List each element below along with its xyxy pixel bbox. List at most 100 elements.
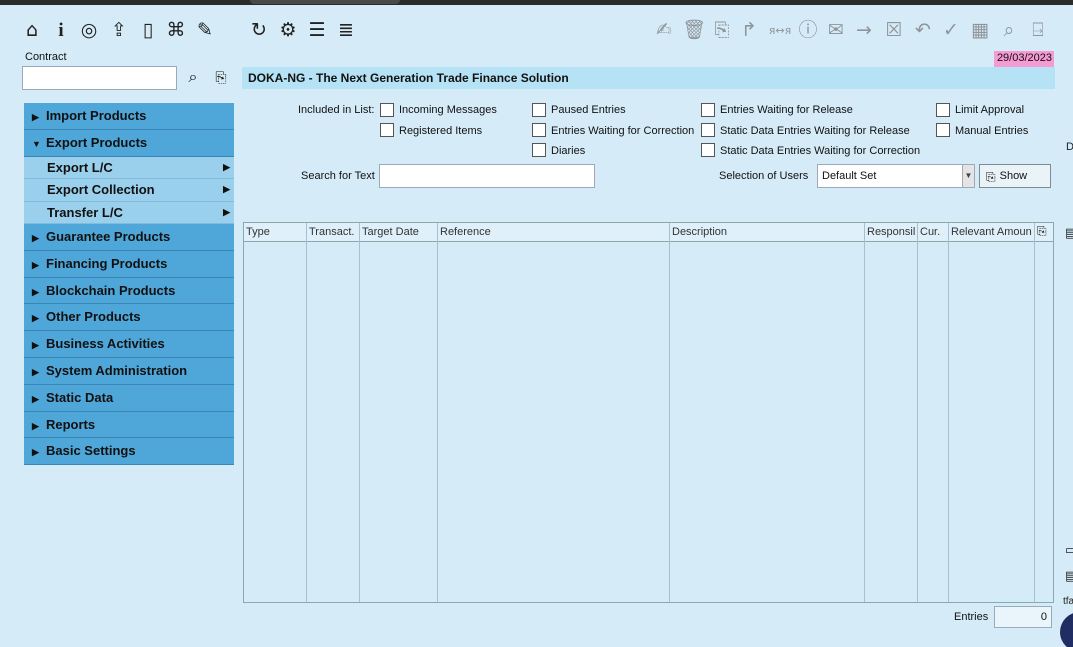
show-button[interactable]: ⎘ Show xyxy=(979,164,1051,188)
waiting-release-checkbox[interactable] xyxy=(701,103,715,117)
edit-icon[interactable]: ✎ xyxy=(194,19,216,41)
list-icon[interactable]: ≣ xyxy=(335,19,357,41)
static-correction-checkbox[interactable] xyxy=(701,143,715,157)
column-transact xyxy=(307,223,360,602)
menu-import-products[interactable]: ▶ Import Products xyxy=(24,103,234,130)
home-icon[interactable]: ⌂ xyxy=(21,19,43,41)
menu-static-data[interactable]: ▶ Static Data xyxy=(24,384,234,412)
manual-entries-label: Manual Entries xyxy=(955,125,1029,137)
included-in-list-label: Included in List: xyxy=(298,104,375,116)
header-type[interactable]: Type xyxy=(246,226,270,238)
static-release-label: Static Data Entries Waiting for Release xyxy=(720,125,910,137)
users-select[interactable]: Default Set ▼ xyxy=(817,164,975,188)
expand-arrow-icon: ▶ xyxy=(32,286,39,297)
menu-label: Static Data xyxy=(46,389,114,405)
selection-of-users-label: Selection of Users xyxy=(719,170,809,182)
target-icon[interactable]: ◎ xyxy=(78,19,100,41)
entries-table: Type Transact. Target Date Reference Des… xyxy=(243,222,1054,603)
menu-export-lc[interactable]: Export L/C ▶ xyxy=(24,156,234,180)
menu-label: Financing Products xyxy=(46,255,168,271)
menu-transfer-lc[interactable]: Transfer L/C ▶ xyxy=(24,201,234,225)
header-responsible[interactable]: Responsil xyxy=(867,226,917,238)
paused-entries-checkbox[interactable] xyxy=(532,103,546,117)
settings-icon[interactable]: ⚙ xyxy=(277,19,299,41)
menu-guarantee-products[interactable]: ▶ Guarantee Products xyxy=(24,224,234,251)
search-icon[interactable]: ⌕ xyxy=(998,19,1020,41)
search-icon[interactable]: ⌕ xyxy=(183,67,203,87)
forward-icon[interactable]: ↱ xyxy=(738,19,760,41)
menu-system-administration[interactable]: ▶ System Administration xyxy=(24,358,234,385)
menu-label: Business Activities xyxy=(46,336,165,352)
manual-entries-checkbox[interactable] xyxy=(936,123,950,137)
search-text-input[interactable] xyxy=(379,164,595,188)
book-icon[interactable]: ▯ xyxy=(137,19,159,41)
header-transact[interactable]: Transact. xyxy=(309,226,354,238)
exit-door-icon[interactable]: ⍈ xyxy=(1027,19,1049,41)
limit-approval-checkbox[interactable] xyxy=(936,103,950,117)
delete-icon[interactable]: 🗑 xyxy=(682,19,706,41)
header-currency[interactable]: Cur. xyxy=(920,226,940,238)
menu-business-activities[interactable]: ▶ Business Activities xyxy=(24,331,234,359)
registered-items-checkbox[interactable] xyxy=(380,123,394,137)
menu-reports[interactable]: ▶ Reports xyxy=(24,411,234,439)
header-relevant-amount[interactable]: Relevant Amoun xyxy=(951,226,1035,238)
exit-icon[interactable]: ⇪ xyxy=(108,19,130,41)
menu-basic-settings[interactable]: ▶ Basic Settings xyxy=(24,438,234,466)
sign-icon[interactable]: ✍ xyxy=(653,19,675,41)
document-icon[interactable]: ▤ xyxy=(1065,226,1073,241)
menu-export-collection[interactable]: Export Collection ▶ xyxy=(24,179,234,202)
close-box-icon[interactable]: ☒ xyxy=(883,19,905,41)
expand-arrow-icon: ▶ xyxy=(32,367,39,378)
arrow-right-icon[interactable]: → xyxy=(853,19,875,41)
expand-arrow-icon: ▶ xyxy=(32,393,39,404)
column-type xyxy=(244,223,307,602)
dropdown-arrow-icon[interactable]: ▼ xyxy=(962,165,974,187)
menu-blockchain-products[interactable]: ▶ Blockchain Products xyxy=(24,277,234,305)
entries-label: Entries xyxy=(954,611,989,623)
check-icon[interactable]: ✓ xyxy=(940,19,962,41)
info-icon[interactable]: i xyxy=(50,19,72,41)
export-icon[interactable]: ⎘ xyxy=(1037,224,1051,241)
refresh-icon[interactable]: ↻ xyxy=(248,19,270,41)
calendar-icon[interactable]: ▦ xyxy=(969,19,991,41)
menu-other-products[interactable]: ▶ Other Products xyxy=(24,304,234,332)
header-target-date[interactable]: Target Date xyxy=(362,226,419,238)
entries-count: 0 xyxy=(994,606,1052,628)
diaries-label: Diaries xyxy=(551,145,586,157)
network-icon[interactable]: ⌘ xyxy=(165,19,187,41)
attach-icon[interactable]: ⎘ xyxy=(711,19,733,41)
browser-tab[interactable] xyxy=(250,0,400,4)
mail-icon[interactable]: ✉ xyxy=(825,19,847,41)
column-currency xyxy=(918,223,949,602)
search-text-label: Search for Text xyxy=(301,170,375,182)
chat-bubble-icon[interactable] xyxy=(1060,612,1073,647)
translate-icon[interactable]: я↔я xyxy=(767,19,793,41)
menu-financing-products[interactable]: ▶ Financing Products xyxy=(24,250,234,278)
column-description xyxy=(670,223,865,602)
right-edge-text: tfa xyxy=(1063,596,1073,607)
checklist-icon[interactable]: ☰ xyxy=(306,19,328,41)
undo-icon[interactable]: ↶ xyxy=(912,19,934,41)
contract-input[interactable] xyxy=(22,66,177,90)
toolbar: ⌂ i ◎ ⇪ ▯ ⌘ ✎ ↻ ⚙ ☰ ≣ ✍ 🗑 ⎘ ↱ я↔я ⓘ ✉ → … xyxy=(0,5,1073,47)
info-box-icon[interactable]: ⓘ xyxy=(797,19,819,41)
static-release-checkbox[interactable] xyxy=(701,123,715,137)
incoming-messages-checkbox[interactable] xyxy=(380,103,394,117)
submenu-arrow-icon: ▶ xyxy=(223,184,230,195)
current-date: 29/03/2023 xyxy=(994,51,1054,67)
collapse-arrow-icon: ▼ xyxy=(32,138,41,149)
header-description[interactable]: Description xyxy=(672,226,727,238)
waiting-correction-checkbox[interactable] xyxy=(532,123,546,137)
waiting-release-label: Entries Waiting for Release xyxy=(720,104,853,116)
comment-icon[interactable]: ▭ xyxy=(1065,543,1073,558)
document-icon[interactable]: ⎘ xyxy=(212,68,230,88)
menu-export-products[interactable]: ▼ Export Products xyxy=(24,129,234,157)
column-relevant-amount xyxy=(949,223,1035,602)
header-reference[interactable]: Reference xyxy=(440,226,491,238)
document-icon[interactable]: ▤ xyxy=(1065,569,1073,584)
submenu-arrow-icon: ▶ xyxy=(223,206,230,217)
sidebar-menu: ▶ Import Products ▼ Export Products Export… xyxy=(24,103,234,466)
waiting-correction-label: Entries Waiting for Correction xyxy=(551,125,695,137)
diaries-checkbox[interactable] xyxy=(532,143,546,157)
static-correction-label: Static Data Entries Waiting for Correcti… xyxy=(720,145,921,157)
